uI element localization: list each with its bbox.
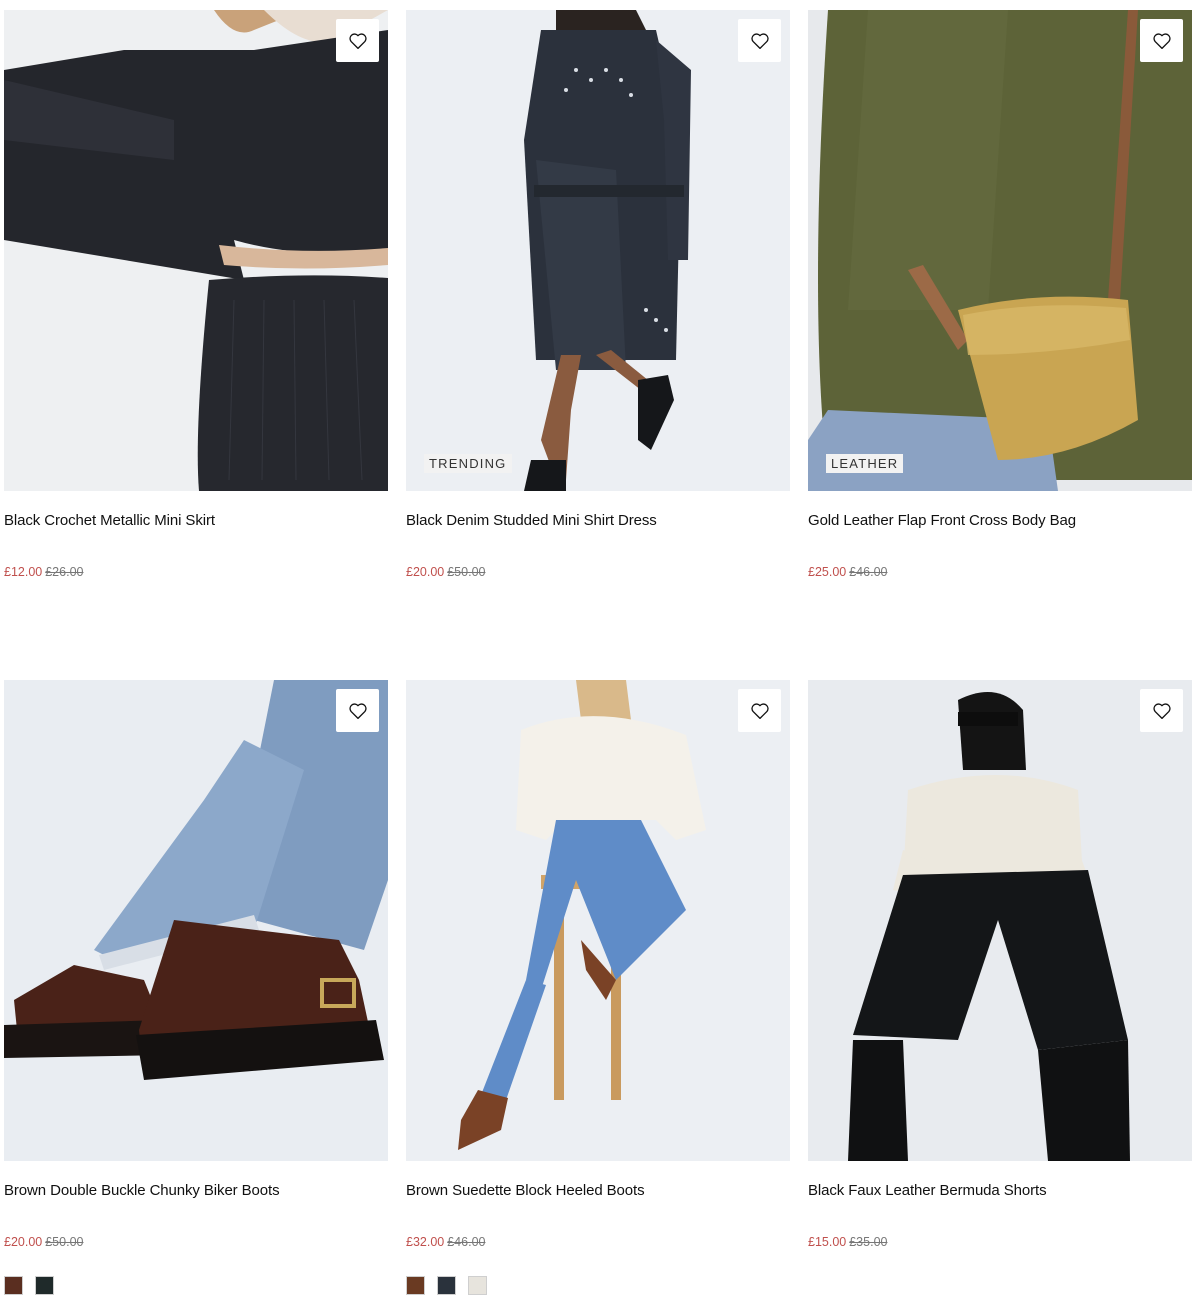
original-price: £35.00 <box>849 1235 888 1249</box>
original-price: £46.00 <box>447 1235 486 1249</box>
product-price: £25.00 £46.00 <box>808 564 1192 580</box>
product-image[interactable] <box>406 680 790 1161</box>
product-image[interactable]: LEATHER <box>808 10 1192 491</box>
wishlist-button[interactable] <box>1140 19 1183 62</box>
product-card[interactable]: Black Crochet Metallic Mini Skirt £12.00… <box>4 10 388 580</box>
wishlist-button[interactable] <box>1140 689 1183 732</box>
product-image[interactable]: TRENDING <box>406 10 790 491</box>
wishlist-button[interactable] <box>336 19 379 62</box>
product-price: £12.00 £26.00 <box>4 564 388 580</box>
sale-price: £20.00 <box>4 1235 43 1249</box>
color-swatches <box>4 1276 388 1295</box>
heart-outline-icon <box>348 32 367 49</box>
product-title[interactable]: Black Denim Studded Mini Shirt Dress <box>406 511 790 530</box>
wishlist-button[interactable] <box>738 19 781 62</box>
wishlist-button[interactable] <box>336 689 379 732</box>
heeled-boots-photo <box>406 680 790 1161</box>
color-swatch-brown[interactable] <box>406 1276 425 1295</box>
heart-outline-icon <box>1152 32 1171 49</box>
heart-outline-icon <box>750 702 769 719</box>
product-title[interactable]: Black Crochet Metallic Mini Skirt <box>4 511 388 530</box>
heart-outline-icon <box>348 702 367 719</box>
product-card[interactable]: Black Faux Leather Bermuda Shorts £15.00… <box>808 680 1192 1250</box>
product-image[interactable] <box>808 680 1192 1161</box>
product-card[interactable]: LEATHER Gold Leather Flap Front Cross Bo… <box>808 10 1192 580</box>
sale-price: £32.00 <box>406 1235 445 1249</box>
product-price: £32.00 £46.00 <box>406 1234 790 1250</box>
biker-boots-photo <box>4 680 388 1161</box>
original-price: £26.00 <box>45 565 84 579</box>
product-title[interactable]: Black Faux Leather Bermuda Shorts <box>808 1181 1192 1200</box>
product-image[interactable] <box>4 680 388 1161</box>
wishlist-button[interactable] <box>738 689 781 732</box>
sale-price: £20.00 <box>406 565 445 579</box>
product-card[interactable]: Brown Double Buckle Chunky Biker Boots £… <box>4 680 388 1295</box>
product-image[interactable] <box>4 10 388 491</box>
heart-outline-icon <box>1152 702 1171 719</box>
original-price: £50.00 <box>45 1235 84 1249</box>
sale-price: £15.00 <box>808 1235 847 1249</box>
product-price: £20.00 £50.00 <box>406 564 790 580</box>
product-price: £20.00 £50.00 <box>4 1234 388 1250</box>
product-tag: LEATHER <box>826 454 904 473</box>
sale-price: £12.00 <box>4 565 43 579</box>
product-title[interactable]: Gold Leather Flap Front Cross Body Bag <box>808 511 1192 530</box>
color-swatch-black[interactable] <box>35 1276 54 1295</box>
color-swatches <box>406 1276 790 1295</box>
bermuda-shorts-photo <box>808 680 1192 1161</box>
color-swatch-brown[interactable] <box>4 1276 23 1295</box>
product-price: £15.00 £35.00 <box>808 1234 1192 1250</box>
heart-outline-icon <box>750 32 769 49</box>
gold-bag-photo <box>808 10 1192 491</box>
color-swatch-cream[interactable] <box>468 1276 487 1295</box>
denim-shirt-dress-photo <box>406 10 790 491</box>
black-crochet-set-photo <box>4 10 388 491</box>
product-card[interactable]: Brown Suedette Block Heeled Boots £32.00… <box>406 680 790 1295</box>
color-swatch-navy[interactable] <box>437 1276 456 1295</box>
product-title[interactable]: Brown Suedette Block Heeled Boots <box>406 1181 790 1200</box>
product-tag: TRENDING <box>424 454 512 473</box>
product-card[interactable]: TRENDING Black Denim Studded Mini Shirt … <box>406 10 790 580</box>
sale-price: £25.00 <box>808 565 847 579</box>
original-price: £46.00 <box>849 565 888 579</box>
product-title[interactable]: Brown Double Buckle Chunky Biker Boots <box>4 1181 388 1200</box>
original-price: £50.00 <box>447 565 486 579</box>
